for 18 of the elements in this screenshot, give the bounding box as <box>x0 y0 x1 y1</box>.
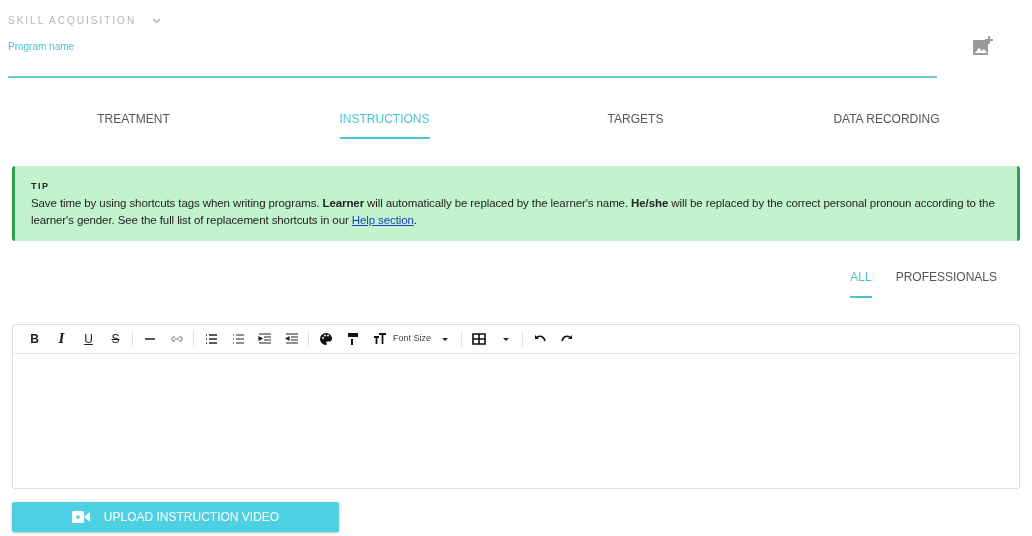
italic-button[interactable]: I <box>48 329 75 349</box>
bold-button[interactable]: B <box>21 329 48 349</box>
help-link[interactable]: Help section <box>351 214 414 226</box>
filter-tab[interactable]: PROFESSIONALS <box>895 268 997 298</box>
tab[interactable]: DATA RECORDING <box>833 110 940 139</box>
tab[interactable]: TARGETS <box>607 110 664 139</box>
tip-title: TIP <box>31 180 51 193</box>
font-size-dropdown[interactable]: Font Size <box>393 332 432 346</box>
tip-text: Save time by using shortcuts tags when writing programs. Learner will automatically be replaced by the learner's name. He/she will be replaced by the correct personal pronoun according to the learner's gender. See the full list of replacement shortcuts in our Help section. <box>31 197 995 226</box>
video-camera-icon <box>71 511 90 523</box>
chevron-down-icon[interactable] <box>152 17 162 24</box>
field-label: Program name <box>8 40 76 54</box>
text-editor[interactable]: B I U S Font Size <box>12 324 1020 489</box>
tab[interactable]: TREATMENT <box>97 110 170 139</box>
add-image-icon[interactable] <box>972 35 994 57</box>
section-title: SKILL ACQUISITION <box>8 14 137 28</box>
underline-button[interactable]: U <box>75 329 102 349</box>
strikethrough-button[interactable]: S <box>102 329 129 349</box>
